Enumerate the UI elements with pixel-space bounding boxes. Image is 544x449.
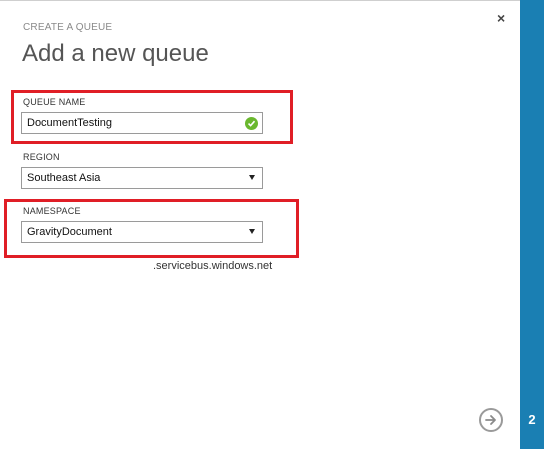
chevron-down-icon (249, 175, 255, 180)
dialog-title: Add a new queue (22, 40, 209, 67)
dialog-subtitle: CREATE A QUEUE (23, 22, 113, 33)
namespace-highlight (4, 199, 299, 258)
step-number: 2 (528, 412, 536, 427)
region-label: REGION (23, 152, 60, 162)
close-icon[interactable]: × (497, 11, 505, 25)
queue-name-highlight (11, 90, 293, 144)
wizard-step-panel: 2 (520, 0, 544, 449)
namespace-suffix: .servicebus.windows.net (153, 260, 273, 272)
region-selected-value: Southeast Asia (27, 172, 101, 184)
region-select[interactable]: Southeast Asia (21, 167, 263, 189)
top-divider (0, 0, 520, 1)
create-queue-dialog: × CREATE A QUEUE Add a new queue QUEUE N… (0, 0, 520, 449)
next-button[interactable] (479, 408, 503, 432)
